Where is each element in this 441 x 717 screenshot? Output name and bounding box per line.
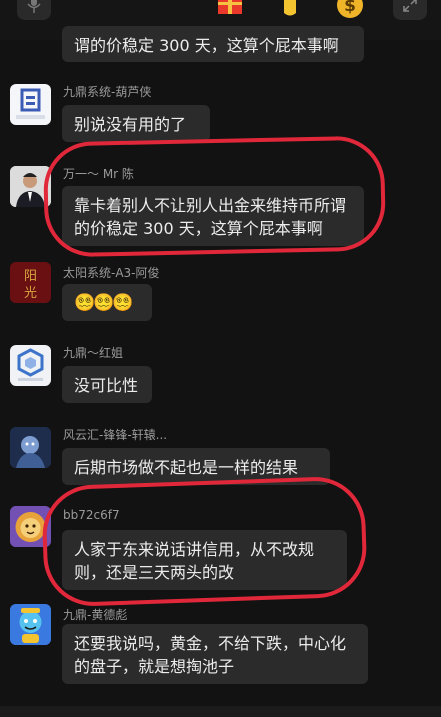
message-bubble: 😵‍💫😵‍💫😵‍💫 [62,284,152,321]
chat-message-list[interactable]: 谓的价稳定 300 天，这算个屁本事啊 九鼎系统-葫芦侠 别说没有用的了 万一～… [0,0,441,717]
avatar[interactable]: 阳光 [10,262,51,303]
sender-name: 九鼎系统-葫芦侠 [63,85,152,99]
sender-name: 风云汇-锋锋-轩辕... [63,428,168,442]
sender-name: 太阳系统-A3-阿俊 [63,266,160,280]
avatar[interactable] [10,345,51,386]
avatar[interactable] [10,604,51,645]
bottom-bar [0,706,441,717]
avatar[interactable] [10,427,51,468]
sender-name: 万一～ Mr 陈 [63,167,134,181]
message-bubble: 还要我说吗，黄金，不给下跌，中心化的盘子，就是想掏池子 [62,624,368,684]
avatar[interactable] [10,166,51,207]
sender-name: 九鼎-黄德彪 [63,608,128,622]
message-bubble: 没可比性 [62,366,152,403]
svg-text:阳: 阳 [24,269,37,284]
sender-name: bb72c6f7 [63,508,120,522]
message-bubble: 谓的价稳定 300 天，这算个屁本事啊 [62,26,364,62]
svg-text:光: 光 [24,286,37,301]
message-bubble: 别说没有用的了 [62,105,210,142]
message-bubble: 后期市场做不起也是一样的结果 [62,448,330,485]
sender-name: 九鼎～红姐 [63,346,124,360]
message-bubble: 靠卡着别人不让别人出金来维持币所谓的价稳定 300 天，这算个屁本事啊 [62,186,364,246]
avatar[interactable] [10,506,51,547]
avatar[interactable] [10,84,51,125]
message-bubble: 人家于东来说话讲信用，从不改规则，还是三天两头的改 [62,530,347,590]
